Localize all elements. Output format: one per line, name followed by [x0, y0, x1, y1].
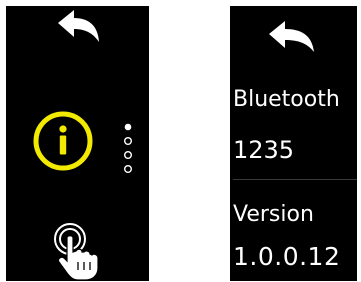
bluetooth-value: 1235	[233, 136, 295, 164]
page-dot	[124, 151, 132, 160]
info-menu-screen	[6, 6, 149, 281]
version-value: 1.0.0.12	[233, 242, 341, 271]
page-dot	[124, 165, 132, 174]
back-arrow-icon[interactable]	[266, 20, 318, 54]
info-icon[interactable]	[32, 110, 94, 172]
bluetooth-label: Bluetooth	[233, 87, 340, 112]
back-arrow-icon[interactable]	[55, 9, 103, 45]
page-dot	[124, 137, 132, 146]
divider	[233, 179, 357, 180]
page-dot	[124, 123, 132, 131]
version-label: Version	[233, 202, 314, 227]
page-indicator	[124, 123, 132, 174]
touch-tap-icon[interactable]	[49, 222, 101, 281]
device-info-screen: Bluetooth 1235 Version 1.0.0.12	[230, 6, 357, 281]
